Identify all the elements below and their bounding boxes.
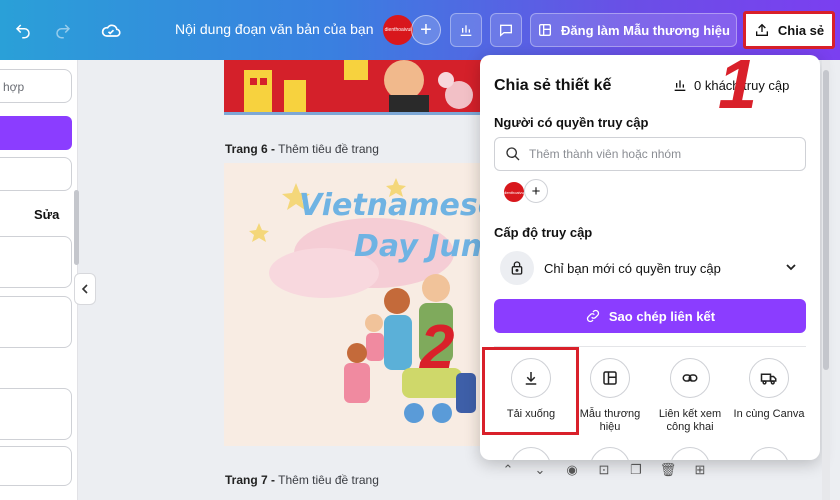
page-7-title[interactable]: Thêm tiêu đề trang <box>278 473 379 487</box>
access-level-label: Cấp độ truy cập <box>494 225 593 240</box>
primary-action-button[interactable] <box>0 116 72 150</box>
brand-template-label: Đăng làm Mẫu thương hiệu <box>561 22 730 38</box>
chevron-up-icon[interactable]: ⌃ <box>500 462 516 478</box>
share-label: Chia sẻ <box>777 22 825 38</box>
people-access-label: Người có quyền truy cập <box>494 115 649 130</box>
avatar[interactable]: dienthoaivui <box>502 180 526 204</box>
truck-icon <box>749 358 789 398</box>
chevron-down-icon <box>786 264 796 271</box>
chevron-left-icon <box>81 284 88 294</box>
step-number-1: 1 <box>718 45 757 123</box>
lock-icon <box>500 251 534 285</box>
page-6-heading-line-2: Day Jun <box>354 229 482 264</box>
download-highlight <box>482 347 579 435</box>
brand-template-button[interactable]: Đăng làm Mẫu thương hiệu <box>530 13 737 47</box>
page-7-number: Trang 7 - <box>225 473 276 487</box>
panel-card[interactable] <box>0 446 72 486</box>
comment-icon <box>500 24 512 37</box>
access-level-dropdown[interactable]: Chỉ bạn mới có quyền truy cập <box>494 248 806 288</box>
bar-chart-icon <box>674 80 686 91</box>
add-person-button[interactable]: + <box>524 179 548 203</box>
panel-card[interactable] <box>0 236 72 288</box>
page-7-label: Trang 7 - Thêm tiêu đề trang <box>225 473 379 487</box>
brand-template-action-label: Mẫu thương hiệu <box>579 408 641 433</box>
lock-icon[interactable]: ⊡ <box>596 462 612 478</box>
public-link-label: Liên kết xem công khai <box>658 408 722 433</box>
step-number-2: 2 <box>420 313 455 382</box>
undo-icon[interactable] <box>10 18 36 44</box>
access-level-value: Chỉ bạn mới có quyền truy cập <box>544 260 721 276</box>
page-5-thumbnail[interactable] <box>224 60 484 115</box>
collapse-panel-button[interactable] <box>74 273 96 305</box>
duplicate-icon[interactable]: ❐ <box>628 462 644 478</box>
scrollbar[interactable] <box>74 190 79 265</box>
search-placeholder: hợp <box>3 80 25 94</box>
left-panel: hợp Sửa <box>0 60 79 500</box>
search-input[interactable]: hợp <box>0 69 72 103</box>
cloud-check-icon <box>98 18 124 44</box>
print-action[interactable]: In cùng Canva <box>730 358 808 421</box>
upload-icon <box>755 23 768 36</box>
link-icon <box>670 358 710 398</box>
panel-card[interactable] <box>0 296 72 348</box>
copy-link-button[interactable]: Sao chép liên kết <box>494 299 806 333</box>
chevron-down-icon[interactable]: ⌄ <box>532 462 548 478</box>
page-6-heading-line-1: Vietnamese <box>299 188 484 223</box>
avatar[interactable]: dienthoaivui <box>383 15 413 45</box>
bar-chart-icon <box>460 25 472 36</box>
scrollbar-thumb[interactable] <box>823 70 829 370</box>
top-toolbar: Nội dung đoạn văn bản của bạn dienthoaiv… <box>0 0 840 60</box>
link-icon <box>586 309 600 323</box>
comment-button[interactable] <box>490 13 522 47</box>
print-label: In cùng Canva <box>733 408 805 420</box>
page-6-label: Trang 6 - Thêm tiêu đề trang <box>225 142 379 156</box>
design-title[interactable]: Nội dung đoạn văn bản của bạn <box>175 21 374 37</box>
copy-link-label: Sao chép liên kết <box>608 308 716 324</box>
page-6-number: Trang 6 - <box>225 142 276 156</box>
add-page-icon[interactable]: ⊞ <box>692 462 708 478</box>
trash-icon[interactable]: 🗑 <box>660 462 677 478</box>
add-member-button[interactable]: + <box>411 15 441 45</box>
eye-icon[interactable]: ◉ <box>564 462 580 478</box>
insights-button[interactable] <box>450 13 482 47</box>
member-search-field[interactable] <box>494 137 806 171</box>
brand-template-icon <box>539 24 552 36</box>
page-6-title[interactable]: Thêm tiêu đề trang <box>278 142 379 156</box>
panel-card[interactable] <box>0 388 72 440</box>
page-toolbar: ⌃ ⌄ ◉ ⊡ ❐ 🗑 ⊞ <box>500 462 708 478</box>
canvas-scrollbar[interactable] <box>822 60 830 500</box>
panel-title: Chia sẻ thiết kế <box>494 77 612 94</box>
member-search-input[interactable] <box>529 147 789 161</box>
edit-link[interactable]: Sửa <box>34 207 59 222</box>
more-actions-row <box>480 447 820 460</box>
brand-template-icon <box>590 358 630 398</box>
page-6-canvas[interactable]: Vietnamese Day Jun <box>224 163 484 446</box>
redo-icon[interactable] <box>50 18 76 44</box>
brand-template-action[interactable]: Mẫu thương hiệu <box>571 358 649 434</box>
panel-field[interactable] <box>0 157 72 191</box>
search-icon <box>506 147 520 161</box>
public-link-action[interactable]: Liên kết xem công khai <box>651 358 729 434</box>
